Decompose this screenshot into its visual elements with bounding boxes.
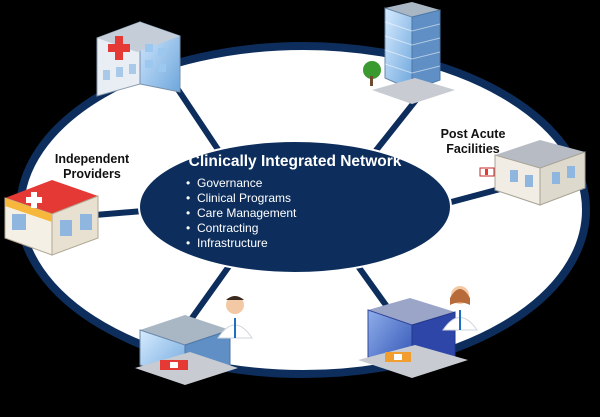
label-post-acute-line1: Post Acute [440,127,506,141]
hub-title: Clinically Integrated Network [188,153,402,170]
label-independent-providers-line1: Independent [54,152,130,166]
label-post-acute-line2: Facilities [446,142,500,156]
hub: Clinically Integrated Network Governance… [150,143,440,271]
hub-items: Governance Clinical Programs Care Manage… [186,176,296,251]
hub-item-contracting: Contracting [186,221,296,236]
label-independent-providers-line2: Providers [63,167,121,181]
label-post-acute-facilities: Post Acute Facilities [418,127,528,157]
hub-item-care-management: Care Management [186,206,296,221]
label-independent-providers: Independent Providers [42,152,142,182]
hub-item-governance: Governance [186,176,296,191]
network-diagram: Clinically Integrated Network Governance… [0,0,600,417]
hospital-icon [96,21,181,97]
hub-item-infrastructure: Infrastructure [186,236,296,251]
hub-item-clinical-programs: Clinical Programs [186,191,296,206]
